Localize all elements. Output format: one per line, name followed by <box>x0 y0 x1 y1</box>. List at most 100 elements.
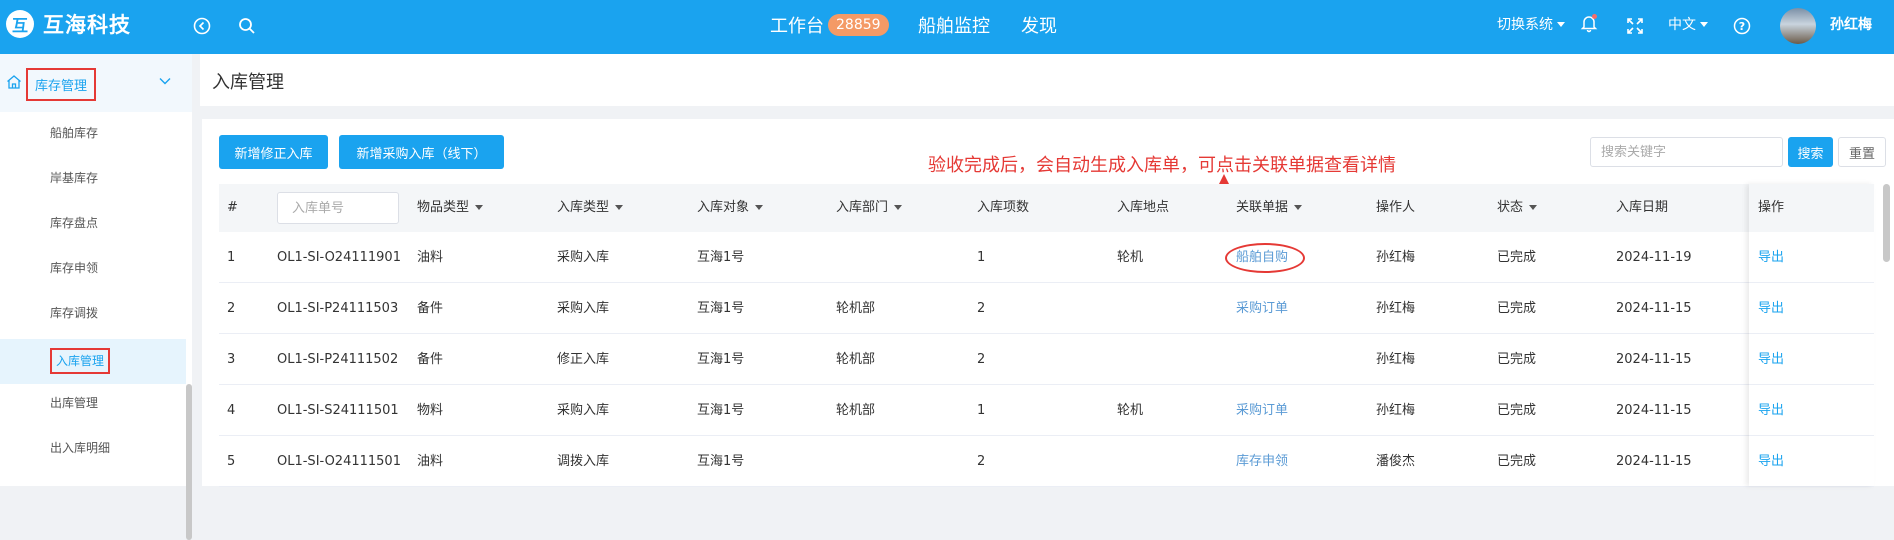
sidebar-item-ship-inventory[interactable]: 船舶库存 <box>0 114 186 152</box>
fullscreen-icon[interactable] <box>1624 15 1646 37</box>
reset-button[interactable]: 重置 <box>1838 137 1886 167</box>
related-doc-link[interactable]: 采购订单 <box>1236 283 1288 334</box>
cell-index: 5 <box>227 454 236 469</box>
cell-location: 轮机 <box>1117 403 1144 418</box>
sidebar-item-transfer[interactable]: 库存调拨 <box>0 294 186 332</box>
cell-count: 2 <box>977 301 986 316</box>
col-header-label: 状态 <box>1497 200 1524 215</box>
sidebar-item-shore-inventory[interactable]: 岸基库存 <box>0 159 186 197</box>
sidebar-item-label: 岸基库存 <box>50 171 99 185</box>
top-bar: 互 互海科技 工作台 28859 船舶监控 发现 切换系统 中文 ? 孙红梅 <box>0 0 1894 54</box>
order-no-filter-input[interactable] <box>277 192 399 224</box>
cell-date: 2024-11-15 <box>1616 352 1692 367</box>
cell-item-type: 油料 <box>417 454 444 469</box>
cell-order-no: OL1-SI-O24111901 <box>277 250 401 265</box>
col-header-related[interactable]: 关联单据 <box>1236 184 1303 232</box>
col-header-count: 入库项数 <box>977 200 1030 215</box>
user-avatar[interactable] <box>1780 8 1816 44</box>
search-input[interactable] <box>1590 137 1783 167</box>
cell-in-type: 采购入库 <box>557 250 610 265</box>
col-header-label: 关联单据 <box>1236 200 1289 215</box>
cell-count: 2 <box>977 454 986 469</box>
related-doc-link[interactable]: 库存申领 <box>1236 436 1288 487</box>
nav-discover[interactable]: 发现 <box>1021 12 1057 38</box>
cell-order-no: OL1-SI-O24111501 <box>277 454 401 469</box>
search-button[interactable]: 搜索 <box>1788 137 1833 167</box>
chevron-down-icon[interactable] <box>158 74 172 88</box>
sidebar-item-outbound[interactable]: 出库管理 <box>0 384 186 422</box>
add-purchase-inbound-button[interactable]: 新增采购入库（线下） <box>339 135 504 169</box>
sidebar-item-label: 库存申领 <box>50 261 99 275</box>
cell-date: 2024-11-19 <box>1616 250 1692 265</box>
sidebar: 库存管理 船舶库存 岸基库存 库存盘点 库存申领 库存调拨 入库管理 出库管理 … <box>0 54 192 540</box>
table-row[interactable]: 5 OL1-SI-O24111501 油料 调拨入库 互海1号 2 库存申领 潘… <box>219 436 1874 487</box>
add-correction-inbound-button[interactable]: 新增修正入库 <box>219 135 328 169</box>
cell-index: 3 <box>227 352 236 367</box>
sidebar-group-label: 库存管理 <box>26 68 97 101</box>
switch-system-label: 切换系统 <box>1497 17 1553 33</box>
col-header-in-type[interactable]: 入库类型 <box>557 184 624 232</box>
table-scrollbar[interactable] <box>1883 184 1890 262</box>
cell-dept: 轮机部 <box>836 301 876 316</box>
cell-in-type: 采购入库 <box>557 403 610 418</box>
app-name: 互海科技 <box>43 13 131 37</box>
bell-icon[interactable] <box>1578 12 1600 34</box>
table-row[interactable]: 4 OL1-SI-S24111501 物料 采购入库 互海1号 轮机部 1 轮机… <box>219 385 1874 436</box>
cell-in-type: 采购入库 <box>557 301 610 316</box>
table-row[interactable]: 1 OL1-SI-O24111901 油料 采购入库 互海1号 1 轮机 船舶自… <box>219 232 1874 283</box>
sidebar-item-label: 出入库明细 <box>50 441 111 455</box>
switch-system-dropdown[interactable]: 切换系统 <box>1497 14 1565 34</box>
sidebar-item-inbound[interactable]: 入库管理 <box>0 339 186 384</box>
cell-target: 互海1号 <box>697 352 745 367</box>
table-row[interactable]: 3 OL1-SI-P24111502 备件 修正入库 互海1号 轮机部 2 孙红… <box>219 334 1874 385</box>
cell-target: 互海1号 <box>697 454 745 469</box>
related-doc-link[interactable]: 采购订单 <box>1236 385 1288 436</box>
col-header-operator: 操作人 <box>1376 200 1416 215</box>
fixed-action-column-shadow <box>1749 184 1874 486</box>
cell-status: 已完成 <box>1497 301 1537 316</box>
table-header: # 物品类型 入库类型 入库对象 入库部门 入库项数 入库地点 关联单据 操作人… <box>219 184 1874 232</box>
page-header: 入库管理 <box>200 54 1894 106</box>
cell-item-type: 油料 <box>417 250 444 265</box>
sidebar-item-stocktake[interactable]: 库存盘点 <box>0 204 186 242</box>
cell-index: 2 <box>227 301 236 316</box>
caret-down-icon <box>1529 205 1538 210</box>
cell-dept: 轮机部 <box>836 352 876 367</box>
page-title: 入库管理 <box>212 72 284 93</box>
sidebar-scrollbar[interactable] <box>186 384 192 540</box>
col-header-status[interactable]: 状态 <box>1497 184 1538 232</box>
app-logo[interactable]: 互 互海科技 <box>6 9 131 39</box>
search-icon[interactable] <box>236 15 258 37</box>
sidebar-item-in-out-detail[interactable]: 出入库明细 <box>0 429 186 467</box>
sidebar-item-label: 出库管理 <box>50 396 99 410</box>
cell-date: 2024-11-15 <box>1616 301 1692 316</box>
col-header-label: 入库对象 <box>697 200 750 215</box>
cell-date: 2024-11-15 <box>1616 454 1692 469</box>
col-header-item-type[interactable]: 物品类型 <box>417 184 484 232</box>
col-header-label: 入库部门 <box>836 200 889 215</box>
cell-status: 已完成 <box>1497 250 1537 265</box>
col-header-label: 入库类型 <box>557 200 610 215</box>
sidebar-item-requisition[interactable]: 库存申领 <box>0 249 186 287</box>
nav-ship-monitor[interactable]: 船舶监控 <box>918 12 990 38</box>
nav-workbench[interactable]: 工作台 28859 <box>770 12 889 38</box>
cell-target: 互海1号 <box>697 403 745 418</box>
back-icon[interactable] <box>191 15 213 37</box>
language-dropdown[interactable]: 中文 <box>1668 14 1708 34</box>
sidebar-item-label: 库存盘点 <box>50 216 99 230</box>
cell-dept: 轮机部 <box>836 403 876 418</box>
cell-operator: 孙红梅 <box>1376 403 1416 418</box>
col-header-index: # <box>227 200 238 215</box>
cell-in-type: 调拨入库 <box>557 454 610 469</box>
cell-status: 已完成 <box>1497 454 1537 469</box>
cell-order-no: OL1-SI-P24111502 <box>277 352 399 367</box>
table-row[interactable]: 2 OL1-SI-P24111503 备件 采购入库 互海1号 轮机部 2 采购… <box>219 283 1874 334</box>
user-name[interactable]: 孙红梅 <box>1830 14 1872 34</box>
sidebar-group-inventory[interactable]: 库存管理 <box>0 54 192 112</box>
cell-item-type: 备件 <box>417 352 444 367</box>
col-header-target[interactable]: 入库对象 <box>697 184 764 232</box>
cell-location: 轮机 <box>1117 250 1144 265</box>
cell-count: 2 <box>977 352 986 367</box>
help-icon[interactable]: ? <box>1731 15 1753 37</box>
col-header-dept[interactable]: 入库部门 <box>836 184 903 232</box>
